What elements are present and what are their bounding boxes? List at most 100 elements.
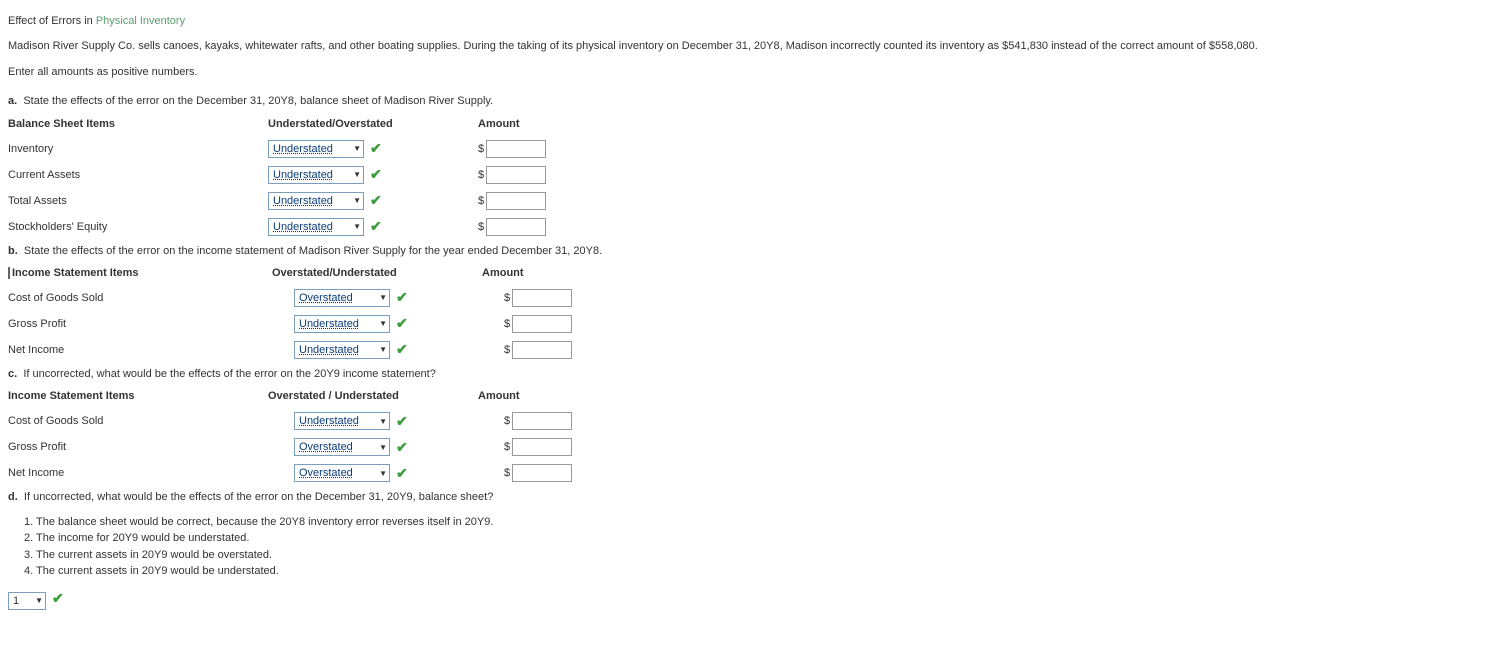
table-row: Net Income Overstated▼ ✔ $ <box>8 460 1490 486</box>
status-select-value: Understated <box>273 169 333 181</box>
title-prefix: Effect of Errors in <box>8 15 96 27</box>
status-select[interactable]: Understated ▼ <box>294 315 390 333</box>
status-select[interactable]: Understated ▼ <box>268 166 364 184</box>
amount-input[interactable] <box>486 192 546 210</box>
status-select[interactable]: Understated ▼ <box>294 341 390 359</box>
header-income-items-c: Income Statement Items <box>8 390 268 402</box>
row-item-label: Cost of Goods Sold <box>8 415 268 427</box>
amount-input[interactable] <box>486 140 546 158</box>
status-select-value: Understated <box>273 195 333 207</box>
chevron-down-icon: ▼ <box>353 196 361 205</box>
status-select[interactable]: Understated ▼ <box>268 140 364 158</box>
chevron-down-icon: ▼ <box>35 596 43 605</box>
amount-input[interactable] <box>512 438 572 456</box>
amount-input[interactable] <box>512 289 572 307</box>
option-text: 2. The income for 20Y9 would be understa… <box>24 530 1490 547</box>
chevron-down-icon: ▼ <box>379 319 387 328</box>
amount-input[interactable] <box>512 464 572 482</box>
table-row: InventoryUnderstated▼✔$ <box>8 136 1490 162</box>
status-select[interactable]: Overstated ▼ <box>294 438 390 456</box>
table-row: Stockholders' Equity Understated ▼ ✔ $ <box>8 214 1490 240</box>
part-a-header: Balance Sheet Items Understated/Overstat… <box>8 118 1490 130</box>
part-d-label: d. If uncorrected, what would be the eff… <box>8 490 1490 505</box>
part-d-answer-value: 1 <box>13 595 19 607</box>
chevron-down-icon: ▼ <box>379 443 387 452</box>
check-icon: ✔ <box>370 218 382 235</box>
chevron-down-icon: ▼ <box>353 170 361 179</box>
status-select-value: Understated <box>273 221 333 233</box>
dollar-sign: $ <box>478 143 484 155</box>
check-icon: ✔ <box>396 465 408 482</box>
dollar-sign: $ <box>504 441 510 453</box>
part-b-header: Income Statement Items Overstated/Unders… <box>8 267 1490 279</box>
status-select[interactable]: Understated▼ <box>294 412 390 430</box>
table-row: Cost of Goods SoldOverstated▼✔$ <box>8 285 1490 311</box>
check-icon: ✔ <box>370 192 382 209</box>
option-text: 4. The current assets in 20Y9 would be u… <box>24 563 1490 580</box>
part-b-label: b. State the effects of the error on the… <box>8 244 1490 259</box>
check-icon: ✔ <box>396 315 408 332</box>
chevron-down-icon: ▼ <box>379 293 387 302</box>
check-icon: ✔ <box>52 590 64 607</box>
row-item-label: Current Assets <box>8 169 268 181</box>
header-balance-items: Balance Sheet Items <box>8 118 268 130</box>
dollar-sign: $ <box>504 467 510 479</box>
status-select[interactable]: Overstated▼ <box>294 464 390 482</box>
table-row: Current AssetsUnderstated▼✔$ <box>8 162 1490 188</box>
title-link[interactable]: Physical Inventory <box>96 15 185 27</box>
header-amount-b: Amount <box>482 267 602 279</box>
header-amount: Amount <box>478 118 598 130</box>
amount-input[interactable] <box>512 341 572 359</box>
status-select[interactable]: Understated ▼ <box>268 192 364 210</box>
check-icon: ✔ <box>396 413 408 430</box>
table-row: Gross Profit Understated ▼ ✔ $ <box>8 311 1490 337</box>
chevron-down-icon: ▼ <box>353 222 361 231</box>
table-row: Cost of Goods Sold Understated▼ ✔ $ <box>8 408 1490 434</box>
row-item-label: Stockholders' Equity <box>8 221 268 233</box>
amount-input[interactable] <box>486 218 546 236</box>
part-a-label: a. State the effects of the error on the… <box>8 94 1490 109</box>
chevron-down-icon: ▼ <box>379 345 387 354</box>
row-item-label: Net Income <box>8 344 268 356</box>
header-income-items: Income Statement Items <box>12 267 272 279</box>
header-over-under-c: Overstated / Understated <box>268 390 478 402</box>
status-select-value: Understated <box>299 415 359 427</box>
header-under-over: Understated/Overstated <box>268 118 478 130</box>
header-amount-c: Amount <box>478 390 598 402</box>
chevron-down-icon: ▼ <box>353 144 361 153</box>
header-over-under: Overstated/Understated <box>272 267 482 279</box>
table-row: Total AssetsUnderstated▼✔$ <box>8 188 1490 214</box>
row-item-label: Net Income <box>8 467 268 479</box>
option-text: 1. The balance sheet would be correct, b… <box>24 514 1490 531</box>
row-item-label: Total Assets <box>8 195 268 207</box>
part-c-header: Income Statement Items Overstated / Unde… <box>8 390 1490 402</box>
amount-input[interactable] <box>512 412 572 430</box>
amount-input[interactable] <box>486 166 546 184</box>
dollar-sign: $ <box>478 169 484 181</box>
option-text: 3. The current assets in 20Y9 would be o… <box>24 547 1490 564</box>
status-select[interactable]: Overstated▼ <box>294 289 390 307</box>
instruction: Enter all amounts as positive numbers. <box>8 65 1490 80</box>
amount-input[interactable] <box>512 315 572 333</box>
row-item-label: Gross Profit <box>8 318 268 330</box>
check-icon: ✔ <box>370 140 382 157</box>
dollar-sign: $ <box>504 318 510 330</box>
status-select-value: Understated <box>273 143 333 155</box>
page-title: Effect of Errors in Physical Inventory <box>8 14 1490 29</box>
row-item-label: Cost of Goods Sold <box>8 292 268 304</box>
part-d-options: 1. The balance sheet would be correct, b… <box>24 514 1490 580</box>
dollar-sign: $ <box>504 292 510 304</box>
chevron-down-icon: ▼ <box>379 469 387 478</box>
status-select-value: Understated <box>299 318 359 330</box>
part-c-label: c. If uncorrected, what would be the eff… <box>8 367 1490 382</box>
dollar-sign: $ <box>504 415 510 427</box>
intro-paragraph: Madison River Supply Co. sells canoes, k… <box>8 39 1490 54</box>
status-select-value: Overstated <box>299 441 353 453</box>
status-select[interactable]: Understated ▼ <box>268 218 364 236</box>
part-d-answer-select[interactable]: 1 ▼ <box>8 592 46 610</box>
check-icon: ✔ <box>396 439 408 456</box>
dollar-sign: $ <box>504 344 510 356</box>
check-icon: ✔ <box>396 341 408 358</box>
dollar-sign: $ <box>478 221 484 233</box>
status-select-value: Understated <box>299 344 359 356</box>
